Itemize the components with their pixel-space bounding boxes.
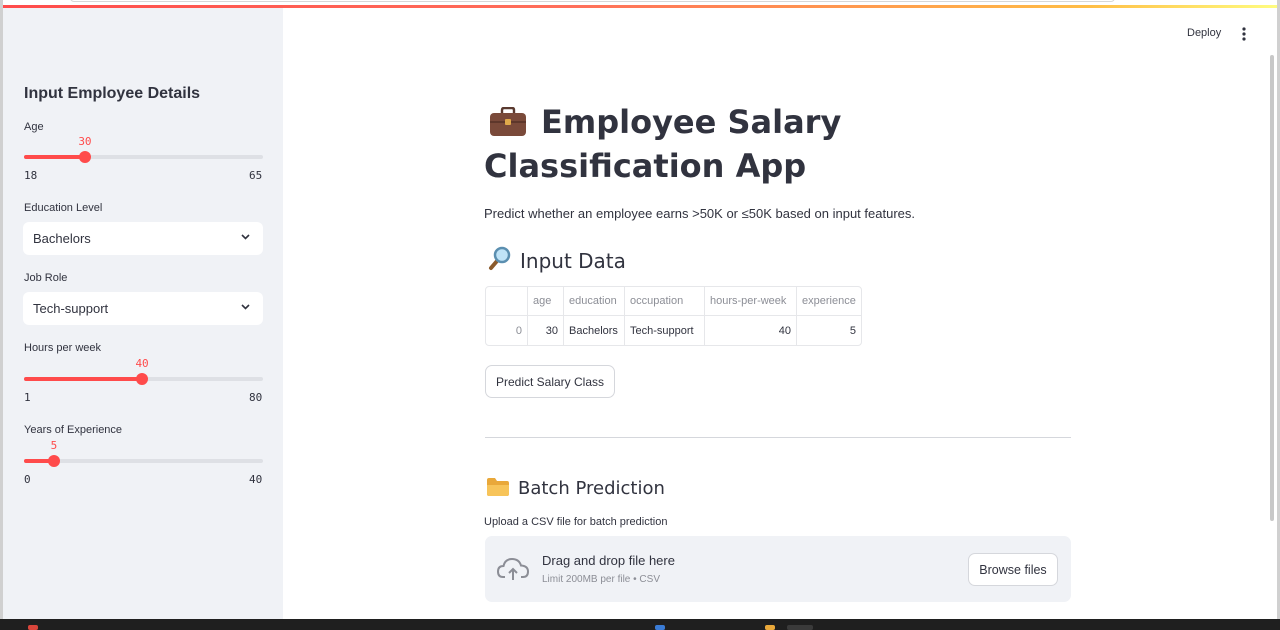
briefcase-icon bbox=[490, 107, 526, 136]
predict-salary-button[interactable]: Predict Salary Class bbox=[485, 365, 615, 398]
folder-icon bbox=[487, 478, 509, 496]
education-select[interactable]: Bachelors bbox=[23, 222, 263, 255]
age-slider-value: 30 bbox=[78, 135, 92, 148]
input-data-heading: Input Data bbox=[486, 246, 626, 273]
age-label: Age bbox=[24, 121, 44, 133]
chevron-down-icon bbox=[241, 304, 250, 310]
hours-slider[interactable]: 40 bbox=[24, 357, 263, 385]
batch-prediction-heading-text: Batch Prediction bbox=[518, 478, 665, 499]
taskbar-app-icon[interactable] bbox=[765, 625, 775, 630]
page-title-text: Employee Salary Classification App bbox=[484, 103, 842, 185]
browse-files-button[interactable]: Browse files bbox=[968, 553, 1058, 586]
age-slider-thumb[interactable] bbox=[78, 151, 91, 163]
hours-label: Hours per week bbox=[24, 342, 102, 354]
experience-min: 0 bbox=[24, 473, 31, 486]
input-data-table: age education occupation hours-per-week … bbox=[485, 286, 862, 346]
sidebar: Input Employee Details Age 30 18 65 Educ… bbox=[3, 8, 283, 619]
taskbar-app-icon[interactable] bbox=[787, 625, 813, 630]
subtitle: Predict whether an employee earns >50K o… bbox=[484, 206, 915, 221]
job-role-selected: Tech-support bbox=[33, 301, 109, 316]
column-header-occupation[interactable]: occupation bbox=[625, 287, 705, 316]
age-slider-fill bbox=[24, 155, 85, 159]
table-row: 0 30 Bachelors Tech-support 40 5 bbox=[486, 316, 861, 345]
age-min: 18 bbox=[24, 169, 38, 182]
cloud-upload-icon bbox=[497, 557, 529, 580]
table-header-row: age education occupation hours-per-week … bbox=[486, 287, 861, 316]
page-title: Employee Salary Classification App bbox=[484, 100, 1084, 188]
experience-max: 40 bbox=[249, 473, 263, 486]
input-data-heading-text: Input Data bbox=[520, 249, 626, 273]
age-cell[interactable]: 30 bbox=[528, 316, 564, 345]
deploy-button[interactable]: Deploy bbox=[1187, 27, 1221, 39]
experience-slider-thumb[interactable] bbox=[47, 455, 60, 467]
address-bar-edge bbox=[70, 0, 1115, 2]
experience-slider-value: 5 bbox=[50, 439, 58, 452]
job-role-label: Job Role bbox=[24, 272, 68, 284]
column-header-age[interactable]: age bbox=[528, 287, 564, 316]
age-slider[interactable]: 30 bbox=[24, 135, 263, 163]
batch-prediction-heading: Batch Prediction bbox=[486, 476, 665, 499]
taskbar bbox=[0, 619, 1280, 630]
taskbar-app-icon[interactable] bbox=[28, 625, 38, 630]
occupation-cell[interactable]: Tech-support bbox=[625, 316, 705, 345]
dropzone-main-text: Drag and drop file here bbox=[542, 553, 675, 568]
hours-max: 80 bbox=[249, 391, 263, 404]
experience-cell[interactable]: 5 bbox=[797, 316, 861, 345]
education-selected: Bachelors bbox=[33, 231, 91, 246]
sidebar-title: Input Employee Details bbox=[24, 85, 201, 102]
upload-label: Upload a CSV file for batch prediction bbox=[484, 516, 668, 528]
education-label: Education Level bbox=[24, 202, 103, 214]
education-cell[interactable]: Bachelors bbox=[564, 316, 625, 345]
experience-slider[interactable]: 5 bbox=[24, 439, 263, 467]
magnifier-icon bbox=[489, 246, 511, 270]
row-index-cell: 0 bbox=[486, 316, 528, 345]
column-header-hours-per-week[interactable]: hours-per-week bbox=[705, 287, 797, 316]
column-header-experience[interactable]: experience bbox=[797, 287, 861, 316]
hours-slider-value: 40 bbox=[135, 357, 149, 370]
taskbar-app-icon[interactable] bbox=[655, 625, 665, 630]
column-header-index bbox=[486, 287, 528, 316]
scrollbar[interactable] bbox=[1270, 55, 1274, 521]
dropzone-limit-text: Limit 200MB per file • CSV bbox=[542, 574, 660, 585]
chevron-down-icon bbox=[241, 234, 250, 240]
hours-min: 1 bbox=[24, 391, 31, 404]
kebab-menu-icon[interactable] bbox=[1237, 26, 1251, 42]
hours-per-week-cell[interactable]: 40 bbox=[705, 316, 797, 345]
divider bbox=[485, 437, 1071, 438]
job-role-select[interactable]: Tech-support bbox=[23, 292, 263, 325]
column-header-education[interactable]: education bbox=[564, 287, 625, 316]
age-max: 65 bbox=[249, 169, 263, 182]
experience-label: Years of Experience bbox=[24, 424, 123, 436]
hours-slider-thumb[interactable] bbox=[136, 373, 149, 385]
hours-slider-fill bbox=[24, 377, 143, 381]
